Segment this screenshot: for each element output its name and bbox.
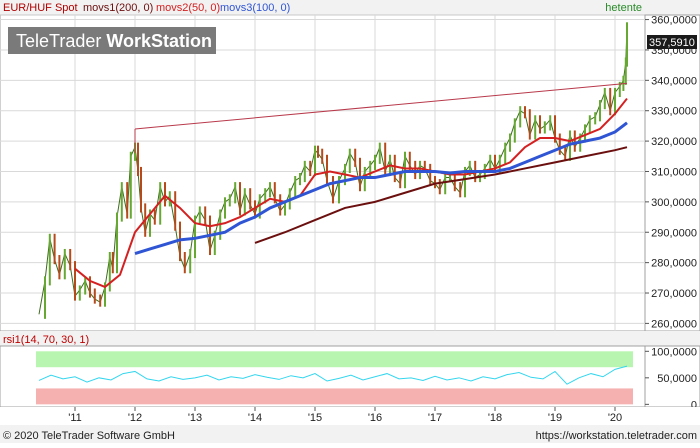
x-tick-label: '15 <box>308 412 322 424</box>
watermark-brand: TeleTrader <box>16 31 101 51</box>
last-value-label: 357,5910 <box>649 37 695 49</box>
y-tick-label: 290,0000 <box>651 227 697 239</box>
interval-label[interactable]: hetente <box>605 2 642 14</box>
x-axis-area <box>0 407 700 425</box>
y-tick-label: 260,0000 <box>651 318 697 330</box>
x-tick-label: '18 <box>488 412 502 424</box>
x-tick-label: '16 <box>368 412 382 424</box>
y-tick-label: 330,0000 <box>651 106 697 118</box>
x-tick-label: '20 <box>608 412 622 424</box>
y-tick-label: 310,0000 <box>651 166 697 178</box>
study-movs1-label[interactable]: movs1(200, 0) <box>83 2 153 14</box>
rsi-y-tick-label: 50,0000 <box>657 373 697 385</box>
chart-root: 260,0000 270,0000 280,0000 290,0000 300,0000… <box>0 0 700 443</box>
rsi-overbought-zone <box>36 351 633 368</box>
y-tick-label: 270,0000 <box>651 288 697 300</box>
footer-copyright: © 2020 TeleTrader Software GmbH <box>3 430 175 442</box>
rsi-oversold-zone <box>36 388 633 405</box>
x-tick-label: '13 <box>188 412 202 424</box>
study-movs3-label[interactable]: movs3(100, 0) <box>220 2 290 14</box>
watermark-product: WorkStation <box>106 31 212 51</box>
study-movs2-label[interactable]: movs2(50, 0) <box>156 2 220 14</box>
x-tick-label: '19 <box>548 412 562 424</box>
rsi-study-label[interactable]: rsi1(14, 70, 30, 1) <box>3 334 89 346</box>
symbol-label[interactable]: EUR/HUF Spot <box>3 2 78 14</box>
y-tick-label: 320,0000 <box>651 136 697 148</box>
rsi-header-bar <box>0 331 700 346</box>
x-tick-label: '12 <box>128 412 142 424</box>
footer-url[interactable]: https://workstation.teletrader.com <box>536 430 697 442</box>
x-tick-label: '17 <box>428 412 442 424</box>
watermark: TeleTrader WorkStation <box>16 31 212 51</box>
y-tick-label: 360,0000 <box>651 15 697 27</box>
x-tick-label: '14 <box>248 412 262 424</box>
y-tick-label: 340,0000 <box>651 75 697 87</box>
y-tick-label: 280,0000 <box>651 258 697 270</box>
x-tick-label: '11 <box>68 412 82 424</box>
y-tick-label: 300,0000 <box>651 197 697 209</box>
rsi-y-tick-label: 100,0000 <box>651 346 697 358</box>
